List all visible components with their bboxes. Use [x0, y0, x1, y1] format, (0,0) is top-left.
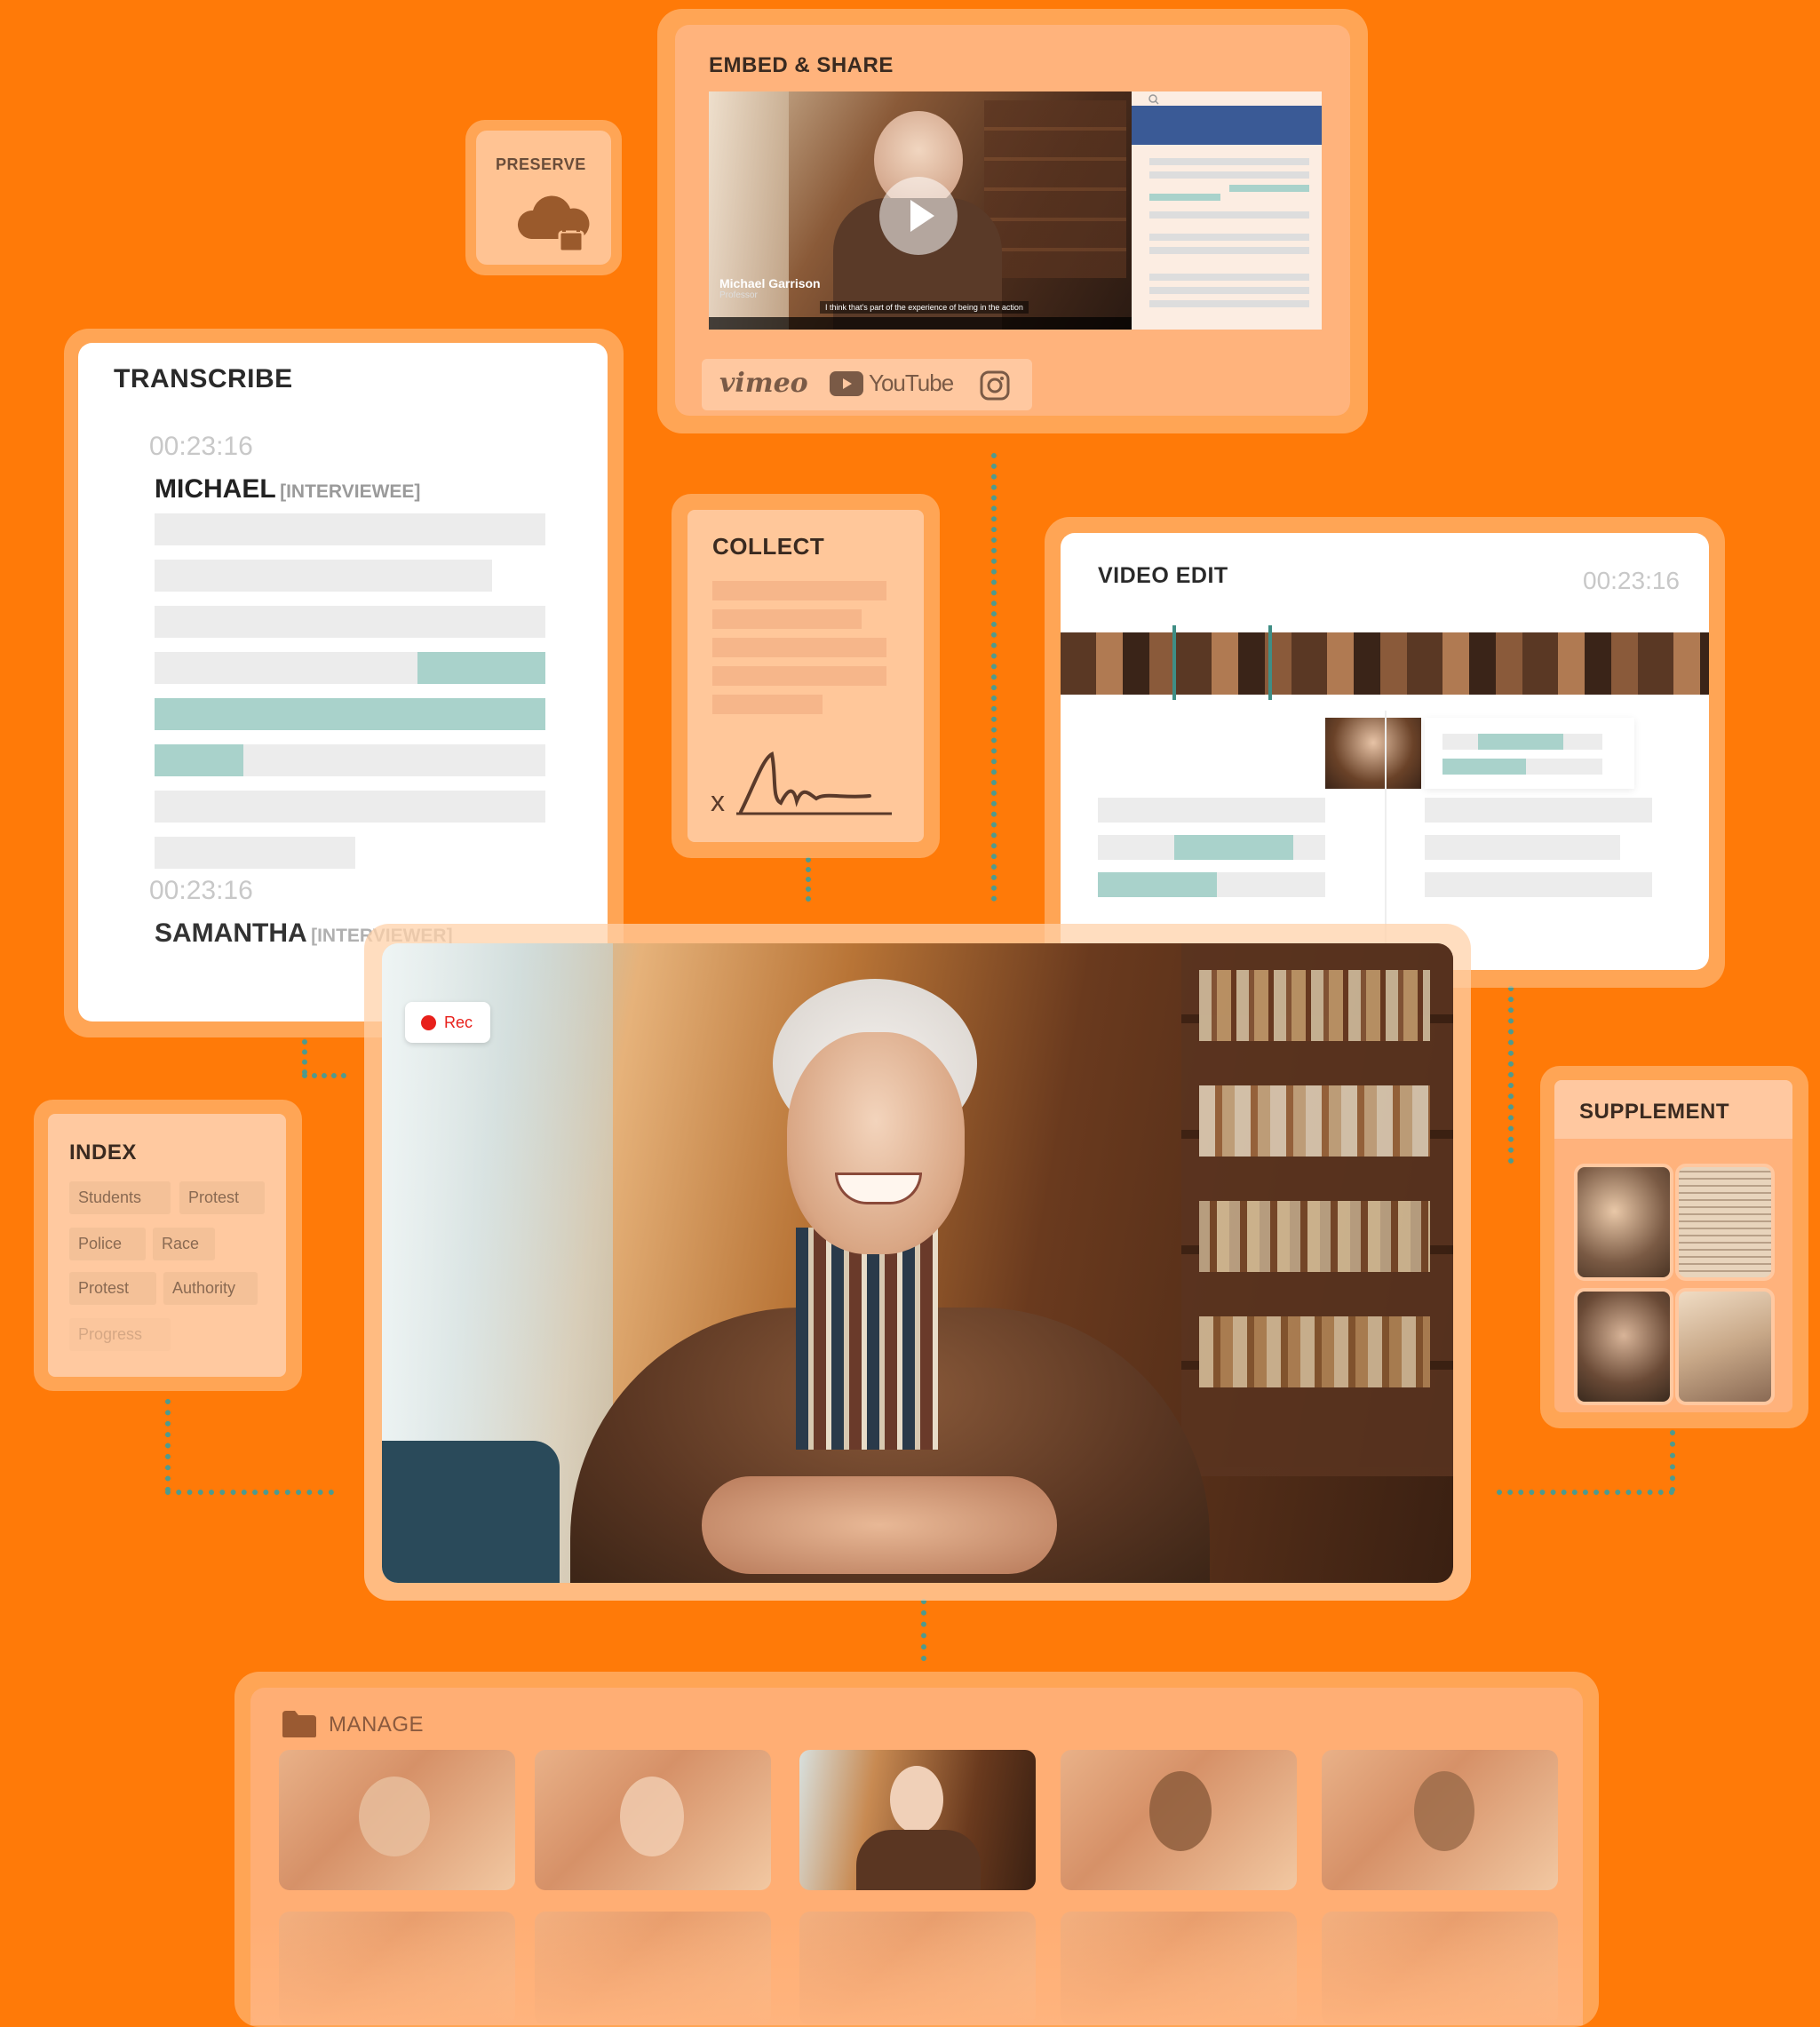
supplement-document[interactable] — [1675, 1164, 1775, 1281]
play-button[interactable] — [879, 177, 958, 255]
transcript-text-line — [155, 606, 545, 638]
share-platforms-bar: vimeo YouTube — [702, 359, 1032, 410]
transcript-highlight[interactable] — [155, 744, 243, 776]
embedded-video-player[interactable]: Michael Garrison Professor I think that'… — [709, 91, 1132, 330]
connector-line — [1670, 1430, 1681, 1492]
speaker-face — [787, 1032, 965, 1254]
embedded-transcript-panel — [1132, 91, 1322, 330]
supplement-photo[interactable] — [1574, 1164, 1673, 1281]
speaker-hands — [702, 1476, 1057, 1574]
transcript-text-line — [155, 652, 417, 684]
manage-panel: MANAGE — [234, 1672, 1599, 2027]
index-panel: INDEX Students Protest Police Race Prote… — [34, 1100, 302, 1391]
interview-thumbnail[interactable] — [535, 1750, 771, 1890]
video-speaker-role: Professor — [719, 290, 758, 300]
video-controls[interactable] — [709, 317, 1132, 330]
clip-detail-card — [1425, 718, 1634, 789]
cloud-lock-icon — [517, 195, 590, 253]
search-icon[interactable] — [1148, 93, 1160, 106]
edit-selection[interactable] — [1098, 872, 1217, 897]
supplement-panel: SUPPLEMENT — [1540, 1066, 1808, 1428]
index-tag[interactable]: Protest — [69, 1272, 156, 1305]
transcript-timestamp[interactable]: 00:23:16 — [149, 432, 253, 462]
transcribe-title: TRANSCRIBE — [114, 364, 293, 393]
transcript-text-line — [155, 791, 545, 823]
transcript-highlight[interactable] — [155, 698, 545, 730]
supplement-photo[interactable] — [1574, 1288, 1673, 1405]
index-tag[interactable]: Authority — [163, 1272, 258, 1305]
signature-mark: x — [711, 785, 725, 817]
connector-line — [921, 1599, 932, 1661]
video-edit-timecode: 00:23:16 — [1583, 567, 1680, 594]
desk-object — [382, 1441, 560, 1583]
video-caption: I think that's part of the experience of… — [820, 301, 1029, 314]
connector-line — [806, 857, 816, 902]
embed-share-panel: EMBED & SHARE Michael Garrison Professor… — [657, 9, 1368, 433]
connector-line — [165, 1490, 334, 1500]
youtube-icon[interactable] — [830, 371, 863, 396]
vimeo-logo[interactable]: vimeo — [719, 368, 808, 399]
connector-line — [991, 453, 1002, 902]
folder-icon — [282, 1711, 316, 1737]
bookshelf — [1181, 943, 1453, 1476]
preserve-title: PRESERVE — [496, 155, 586, 173]
recording-video-feed[interactable]: Rec — [382, 943, 1453, 1583]
edit-selection[interactable] — [1174, 835, 1293, 860]
transcript-speaker-line: MICHAEL [INTERVIEWEE] — [155, 474, 420, 505]
video-edit-panel: VIDEO EDIT 00:23:16 — [1045, 517, 1725, 988]
record-label: Rec — [444, 1014, 473, 1031]
index-title: INDEX — [69, 1141, 137, 1165]
embed-title: EMBED & SHARE — [709, 53, 894, 77]
supplement-title: SUPPLEMENT — [1579, 1100, 1730, 1124]
interview-thumbnail[interactable] — [1322, 1750, 1558, 1890]
preserve-panel: PRESERVE — [465, 120, 622, 275]
transcript-text-line — [155, 513, 545, 545]
speaker-name: SAMANTHA — [155, 918, 307, 948]
play-icon — [910, 200, 934, 232]
connector-line — [1508, 986, 1519, 1164]
connector-line — [165, 1399, 176, 1492]
index-tag[interactable]: Students — [69, 1181, 171, 1214]
index-tag[interactable]: Protest — [179, 1181, 265, 1214]
interview-thumbnail[interactable] — [279, 1750, 515, 1890]
plaid-shirt — [796, 1228, 938, 1450]
transcript-timestamp[interactable]: 00:23:16 — [149, 876, 253, 906]
interview-thumbnail[interactable] — [1061, 1750, 1297, 1890]
connector-line — [1497, 1490, 1674, 1500]
timeline-filmstrip[interactable] — [1061, 632, 1709, 695]
supplement-photo[interactable] — [1675, 1288, 1775, 1405]
index-tag[interactable]: Police — [69, 1228, 146, 1260]
record-button[interactable]: Rec — [405, 1002, 490, 1043]
instagram-icon[interactable] — [979, 370, 1011, 401]
clip-thumbnail[interactable] — [1325, 718, 1421, 789]
recorder-panel: Rec — [364, 924, 1471, 1601]
video-edit-title: VIDEO EDIT — [1098, 563, 1228, 588]
transcript-text-line — [243, 744, 545, 776]
collect-title: COLLECT — [712, 533, 825, 560]
connector-line — [302, 1073, 346, 1084]
record-dot-icon — [421, 1015, 436, 1030]
index-tag[interactable]: Progress — [69, 1318, 171, 1351]
transcript-text-line — [155, 560, 492, 592]
transcript-results-list[interactable] — [1132, 106, 1322, 145]
interview-thumbnail-selected[interactable] — [799, 1750, 1036, 1890]
connector-line — [302, 1039, 313, 1075]
transcript-highlight[interactable] — [417, 652, 545, 684]
signature-field[interactable] — [736, 750, 896, 821]
youtube-label[interactable]: YouTube — [869, 370, 954, 397]
index-tag[interactable]: Race — [153, 1228, 215, 1260]
transcript-text-line — [155, 837, 355, 869]
collect-panel: COLLECT x — [672, 494, 940, 858]
timeline-selection-handle[interactable] — [1172, 625, 1272, 700]
video-speaker-name: Michael Garrison — [719, 276, 821, 290]
manage-title: MANAGE — [329, 1713, 425, 1737]
speaker-name: MICHAEL — [155, 474, 276, 504]
speaker-role: [INTERVIEWEE] — [280, 481, 421, 502]
